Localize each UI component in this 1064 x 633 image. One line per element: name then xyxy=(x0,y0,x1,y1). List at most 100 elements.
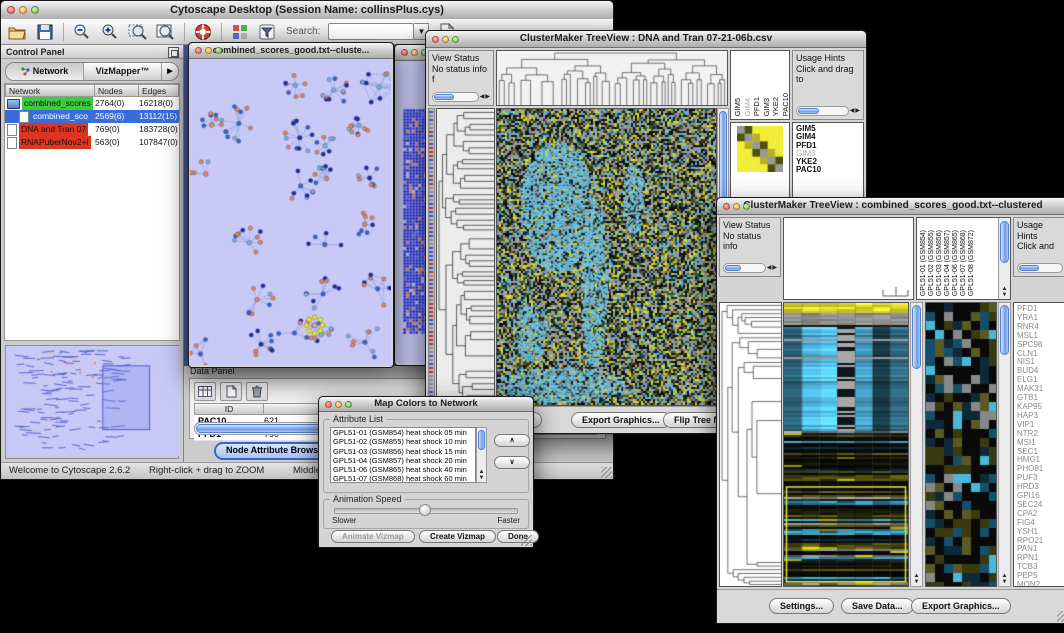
attribute-item[interactable]: GPL51-01 (GSM854) heat shock 05 min xyxy=(333,428,475,437)
network-row[interactable]: combined_scores 2764(0) 16218(0) xyxy=(5,97,179,110)
gene-label[interactable]: MON2 xyxy=(1017,581,1064,587)
column-label[interactable]: GPL51-06 (GSM865) xyxy=(952,230,959,296)
zoom-heatmap[interactable] xyxy=(925,302,997,587)
matrix-column-label[interactable]: GIM4 xyxy=(744,98,752,116)
usage-hints-hscrollbar[interactable] xyxy=(1017,262,1063,273)
matrix-column-label[interactable]: GIM3 xyxy=(763,98,771,116)
scroll-right-icon[interactable]: ▶ xyxy=(485,92,490,102)
close-button[interactable] xyxy=(325,401,332,408)
matrix-row-label[interactable]: PAC10 xyxy=(796,166,863,174)
treeview2-titlebar[interactable]: ClusterMaker TreeView : combined_scores_… xyxy=(717,198,1064,215)
close-button[interactable] xyxy=(723,203,730,210)
close-button[interactable] xyxy=(195,47,202,54)
network-row[interactable]: combined_sco 2569(6) 13112(15) xyxy=(5,110,179,123)
zoom-button[interactable] xyxy=(215,47,222,54)
minimize-button[interactable] xyxy=(442,36,449,43)
column-label[interactable]: GPL51-07 (GSM868) xyxy=(960,230,967,296)
tab-network[interactable]: Network xyxy=(6,63,84,80)
column-label[interactable]: GPL51-01 (GSM854) xyxy=(920,230,927,296)
minimize-button[interactable] xyxy=(335,401,342,408)
attribute-item[interactable]: GPL51-02 (GSM855) heat shock 10 min xyxy=(333,437,475,446)
treeview1-titlebar[interactable]: ClusterMaker TreeView : DNA and Tran 07-… xyxy=(426,31,866,48)
column-label[interactable]: GPL51-03 (GSM856) xyxy=(936,230,943,296)
minimize-button[interactable] xyxy=(733,203,740,210)
new-attribute-icon[interactable] xyxy=(220,382,242,401)
settings-button[interactable]: Settings... xyxy=(769,598,834,614)
attribute-item[interactable]: GPL51-03 (GSM856) heat shock 15 min xyxy=(333,447,475,456)
export-graphics-button[interactable]: Export Graphics... xyxy=(571,412,671,428)
move-down-button[interactable]: ∨ xyxy=(494,456,530,469)
attribute-item[interactable]: GPL51-06 (GSM865) heat shock 40 min xyxy=(333,465,475,474)
speed-slider[interactable] xyxy=(334,508,518,514)
help-lifering-icon[interactable] xyxy=(193,22,213,42)
open-session-icon[interactable] xyxy=(7,22,27,42)
float-panel-icon[interactable] xyxy=(168,47,179,58)
select-attributes-icon[interactable] xyxy=(194,382,216,401)
scroll-right-icon[interactable]: ▶ xyxy=(855,106,860,116)
minimize-button[interactable] xyxy=(205,47,212,54)
network-row[interactable]: DNA and Tran 07 769(0) 183728(0) xyxy=(5,123,179,136)
col-nodes[interactable]: Nodes xyxy=(95,84,139,97)
matrix-column-label[interactable]: PFD1 xyxy=(753,97,761,116)
column-labels-panel[interactable]: GPL51-01 (GSM854)GPL51-02 (GSM855)GPL51-… xyxy=(916,217,1011,300)
close-button[interactable] xyxy=(401,49,408,56)
zoom-button[interactable] xyxy=(452,36,459,43)
network1-titlebar[interactable]: combined_scores_good.txt--cluste... xyxy=(189,43,393,59)
cytopanel-grid-icon[interactable] xyxy=(230,22,250,42)
zoom-button[interactable] xyxy=(345,401,352,408)
col-edges[interactable]: Edges xyxy=(139,84,179,97)
zoom-in-icon[interactable] xyxy=(100,22,120,42)
scroll-left-icon[interactable]: ◀ xyxy=(767,263,772,273)
zoom-fit-icon[interactable] xyxy=(156,22,176,42)
resize-grip[interactable] xyxy=(1057,611,1064,622)
close-button[interactable] xyxy=(7,6,15,14)
zoom-button[interactable] xyxy=(31,6,39,14)
attribute-list[interactable]: GPL51-01 (GSM854) heat shock 05 minGPL51… xyxy=(330,427,476,483)
scroll-left-icon[interactable]: ◀ xyxy=(850,106,855,116)
move-up-button[interactable]: ∧ xyxy=(494,434,530,447)
matrix-column-label[interactable]: PAC10 xyxy=(782,93,790,116)
gene-labels-panel[interactable]: PFD1YRA1RNR4MSL1SPC98CLN1NIS1BUD4ELG1MAK… xyxy=(1013,302,1064,587)
attribute-item[interactable]: GPL51-07 (GSM868) heat shock 60 min xyxy=(333,474,475,483)
filter-funnel-icon[interactable] xyxy=(258,22,278,42)
view-status-hscrollbar[interactable]: ◀ ▶ xyxy=(432,91,490,102)
minimize-button[interactable] xyxy=(19,6,27,14)
zoom-out-icon[interactable] xyxy=(72,22,92,42)
network1-canvas[interactable] xyxy=(190,59,391,365)
scroll-left-icon[interactable]: ◀ xyxy=(480,92,485,102)
row-selection-strip[interactable] xyxy=(428,108,435,406)
matrix-column-label[interactable]: YKE2 xyxy=(772,97,780,116)
id-column-header[interactable]: ID xyxy=(194,403,264,415)
column-dendrogram-panel[interactable] xyxy=(496,50,728,106)
zoom-button[interactable] xyxy=(743,203,750,210)
done-button[interactable]: Done xyxy=(497,530,539,543)
col-network[interactable]: Network xyxy=(5,84,95,97)
row-dendrogram-panel[interactable] xyxy=(719,302,782,587)
column-label[interactable]: GPL51-02 (GSM855) xyxy=(928,230,935,296)
usage-hints-hscrollbar[interactable]: ◀ ▶ xyxy=(796,105,860,116)
zoom-vscrollbar[interactable]: ▲▼ xyxy=(998,302,1011,587)
resize-grip[interactable] xyxy=(521,535,532,546)
column-label[interactable]: GPL51-08 (GSM872) xyxy=(968,230,975,296)
create-vizmap-button[interactable]: Create Vizmap xyxy=(419,530,496,543)
resize-grip[interactable] xyxy=(601,467,612,478)
view-status-hscrollbar[interactable]: ◀ ▶ xyxy=(723,262,777,273)
column-labels-vscrollbar[interactable]: ▲▼ xyxy=(998,218,1010,299)
attribute-item[interactable]: GPL51-04 (GSM857) heat shock 20 min xyxy=(333,456,475,465)
search-input[interactable] xyxy=(328,23,414,40)
row-dendrogram-panel[interactable] xyxy=(436,108,495,406)
close-button[interactable] xyxy=(432,36,439,43)
global-vscrollbar[interactable]: ▲▼ xyxy=(910,302,923,587)
scroll-right-icon[interactable]: ▶ xyxy=(772,263,777,273)
column-dendrogram-panel[interactable] xyxy=(783,217,914,300)
delete-attribute-icon[interactable] xyxy=(246,382,268,401)
global-heatmap[interactable] xyxy=(496,108,717,406)
slider-thumb[interactable] xyxy=(419,504,431,516)
matrix-column-labels-panel[interactable]: GIM5GIM4PFD1GIM3YKE2PAC10 xyxy=(730,50,790,120)
matrix-column-label[interactable]: GIM5 xyxy=(734,98,742,116)
save-data-button[interactable]: Save Data... xyxy=(841,598,914,614)
dialog-titlebar[interactable]: Map Colors to Network xyxy=(319,397,533,412)
minimize-button[interactable] xyxy=(411,49,418,56)
tab-vizmapper[interactable]: VizMapper™ xyxy=(84,63,162,80)
network-overview-thumbnail[interactable] xyxy=(5,345,179,459)
